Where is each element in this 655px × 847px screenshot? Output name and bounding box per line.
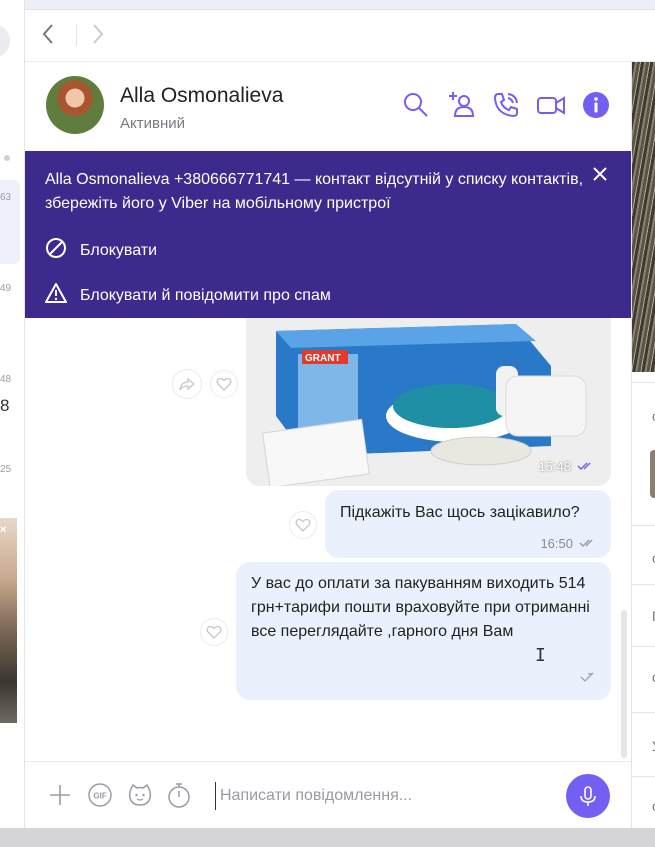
product-brand: GRANT (305, 353, 341, 364)
svg-text:GIF: GIF (93, 792, 106, 801)
message-time: 16:50 (540, 536, 573, 551)
video-call-icon[interactable] (536, 90, 566, 120)
banner-message: Alla Osmonalieva +380666771741 — контакт… (45, 171, 584, 212)
chat-list-media-preview[interactable] (0, 518, 17, 723)
message-text: У вас до оплати за пакуванням виходить 5… (251, 575, 590, 640)
message-list[interactable]: GRANT 15:48 Підкажіть Вас щось зацікавил… (25, 318, 631, 761)
message-meta: 16:50 (540, 532, 597, 556)
outgoing-message[interactable]: У вас до оплати за пакуванням виходить 5… (236, 562, 611, 700)
delivered-check-icon (579, 532, 597, 556)
chat-list-edge: 63 49 48 8 25 × (0, 0, 25, 828)
like-icon[interactable] (289, 511, 317, 539)
block-label: Блокувати (80, 241, 158, 259)
chat-list-avatar-edge (0, 26, 10, 56)
like-icon[interactable] (200, 618, 228, 646)
chat-list-dot (4, 155, 10, 161)
plus-icon[interactable] (46, 781, 74, 809)
chat-list-unread-count: 8 (0, 396, 10, 415)
navigation-bar (25, 10, 655, 62)
warning-icon (45, 282, 67, 309)
microphone-icon[interactable] (566, 774, 610, 818)
search-icon[interactable] (401, 90, 431, 120)
chat-list-time: 63 (0, 192, 12, 203)
add-contact-icon[interactable] (446, 90, 476, 120)
outgoing-message[interactable]: Підкажіть Вас щось зацікавило? 16:50 (325, 490, 611, 558)
like-icon[interactable] (210, 370, 238, 398)
close-icon[interactable] (591, 165, 609, 187)
gif-icon[interactable]: GIF (86, 781, 114, 809)
contact-status: Активний (120, 115, 185, 132)
message-input[interactable] (215, 782, 545, 810)
voice-call-icon[interactable] (491, 90, 521, 120)
unknown-contact-banner: Alla Osmonalieva +380666771741 — контакт… (25, 151, 631, 318)
close-icon[interactable]: × (0, 524, 6, 536)
avatar[interactable] (46, 76, 104, 134)
message-time: 15:48 (538, 459, 595, 474)
contact-name[interactable]: Alla Osmonalieva (120, 84, 283, 108)
info-icon[interactable] (581, 90, 611, 120)
message-text: Підкажіть Вас щось зацікавило? (340, 504, 580, 521)
read-check-icon (577, 459, 595, 474)
messages-scrollbar[interactable] (621, 610, 627, 758)
chat-list-time: 49 (0, 283, 12, 294)
block-button[interactable]: Блокувати (45, 237, 157, 264)
nav-divider (76, 24, 77, 46)
share-icon[interactable] (172, 369, 202, 399)
info-panel-edge: с с П с У с (631, 62, 655, 828)
sticker-icon[interactable] (126, 781, 154, 809)
image-message[interactable]: GRANT 15:48 (246, 318, 611, 486)
chevron-left-icon[interactable] (41, 22, 55, 51)
contact-photo (632, 62, 655, 372)
chat-header: Alla Osmonalieva Активний (25, 62, 631, 151)
timer-icon[interactable] (165, 781, 193, 809)
media-thumbnail[interactable] (650, 450, 655, 498)
report-spam-button[interactable]: Блокувати й повідомити про спам (45, 282, 331, 309)
report-spam-label: Блокувати й повідомити про спам (80, 286, 331, 304)
sending-icon (579, 667, 595, 691)
chat-list-time: 25 (0, 464, 12, 475)
chevron-right-icon[interactable] (91, 22, 105, 51)
window-bottom-edge (0, 828, 655, 847)
window-top-edge (0, 0, 655, 10)
message-composer: GIF (25, 761, 631, 828)
text-cursor-icon: I (535, 645, 546, 666)
chat-list-time: 48 (0, 374, 12, 385)
block-icon (45, 237, 67, 264)
